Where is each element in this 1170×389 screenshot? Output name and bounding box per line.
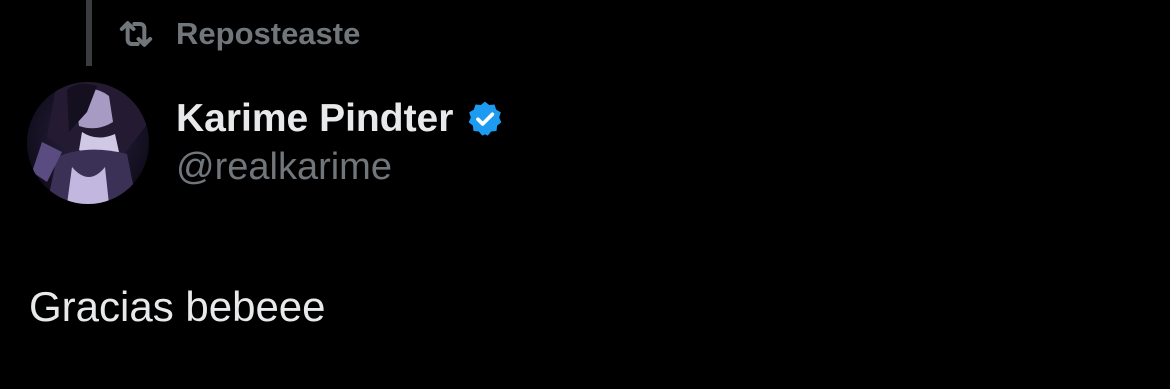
- author-display-name[interactable]: Karime Pindter: [176, 97, 453, 141]
- repost-label: Reposteaste: [176, 16, 361, 51]
- repost-icon: [116, 14, 156, 54]
- avatar[interactable]: [27, 82, 149, 204]
- repost-context[interactable]: Reposteaste: [116, 14, 360, 54]
- thread-connector-line: [86, 0, 92, 66]
- author-name-row[interactable]: Karime Pindter: [176, 96, 505, 142]
- verified-badge-icon: [465, 99, 505, 139]
- tweet-text: Gracias bebeee: [29, 283, 326, 330]
- author-handle[interactable]: @realkarime: [176, 146, 392, 189]
